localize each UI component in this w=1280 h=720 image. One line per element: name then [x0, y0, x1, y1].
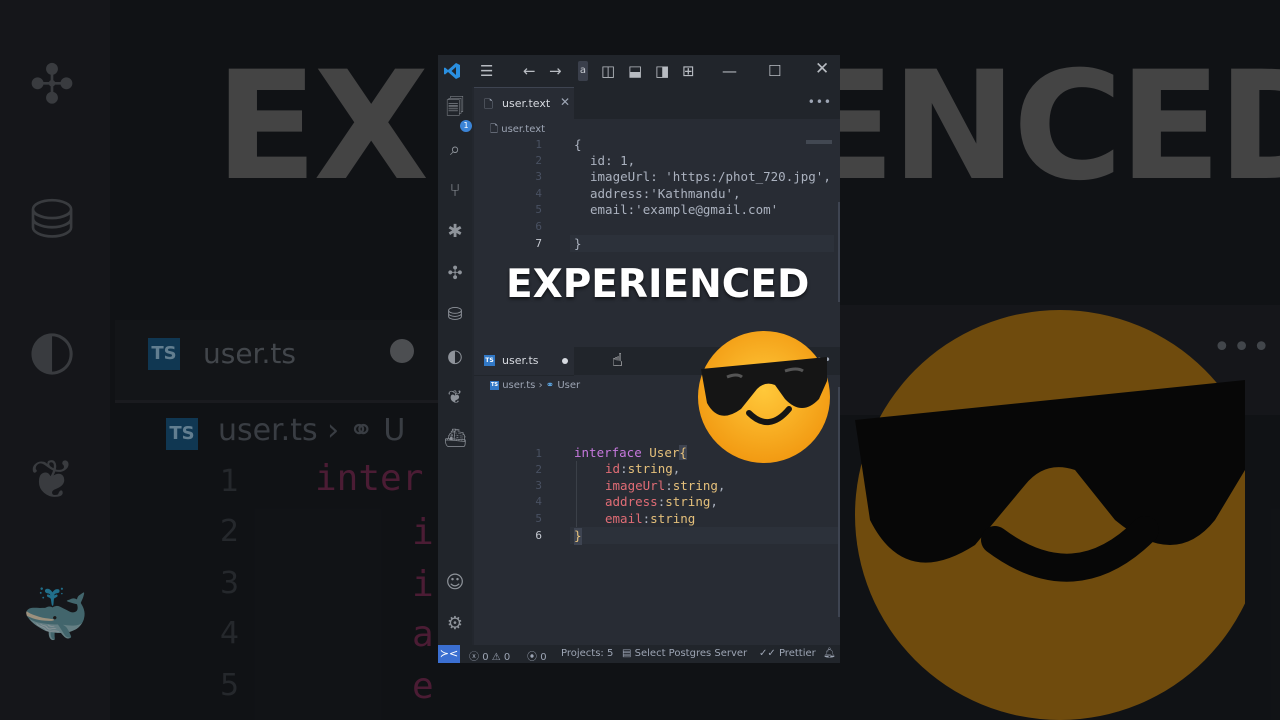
docker-icon[interactable]: ⛴	[444, 428, 467, 450]
vscode-logo-icon	[444, 63, 460, 79]
code-line[interactable]: email:'example@gmail.com'	[590, 202, 778, 219]
settings-gear-icon[interactable]: ⚙	[444, 613, 466, 635]
line-number: 1	[535, 138, 542, 151]
current-line-highlight	[570, 527, 838, 544]
typescript-file-icon: TS	[484, 355, 495, 366]
customize-layout-icon[interactable]: ⊞	[682, 62, 695, 80]
activity-bar: 🗐 1 ⌕ ⑂ ✱ ✣ ⛁ ◐ ❦ ⛴ ☺ ⚙	[438, 87, 472, 645]
caption-overlay: EXPERIENCED	[506, 262, 810, 307]
line-number: 4	[535, 495, 542, 508]
projects-status[interactable]: Projects: 5	[561, 648, 613, 659]
line-number: 2	[535, 463, 542, 476]
breadcrumb-file[interactable]: user.ts	[502, 380, 535, 391]
symbol-interface-icon: ⚭	[545, 380, 555, 391]
toggle-primary-sidebar-icon[interactable]: ◫	[601, 62, 615, 80]
unsaved-dot-icon[interactable]	[562, 358, 568, 364]
code-line[interactable]: imageUrl: 'https:/phot_720.jpg',	[590, 169, 831, 186]
debug-icon[interactable]: ✱	[444, 221, 466, 243]
error-icon: ⓧ	[469, 652, 479, 663]
scrollbar[interactable]	[838, 387, 840, 617]
sunglasses-emoji	[698, 331, 830, 463]
breadcrumb: 🗋 user.text	[490, 122, 545, 139]
tab-user-text[interactable]: 🗋 user.text ✕	[474, 87, 574, 120]
tab-label: user.text	[502, 97, 551, 110]
breadcrumb: TS user.ts › ⚭ User	[490, 380, 580, 391]
editor-group-top: 🗋 user.text ✕ ••• 🗋 user.text 1 2 3 4 5 …	[474, 87, 840, 347]
close-window-icon[interactable]: ✕	[815, 60, 829, 78]
notifications-bell-icon[interactable]: 🔔︎	[823, 648, 836, 659]
remote-indicator-icon[interactable]: ≻<	[438, 645, 460, 663]
explorer-icon[interactable]: 🗐 1	[444, 97, 472, 132]
tab-bar-top: 🗋 user.text ✕ •••	[474, 87, 840, 120]
gitlens-icon[interactable]: ◐	[444, 346, 466, 368]
ports-status[interactable]: ⦿ 0	[527, 648, 547, 663]
menu-icon[interactable]: ☰	[480, 62, 493, 80]
line-number: 1	[535, 447, 542, 460]
more-actions-icon[interactable]: •••	[808, 95, 832, 109]
hand-pointer-cursor-icon: ☝	[612, 350, 623, 371]
warning-icon: ⚠	[491, 652, 501, 663]
code-line[interactable]: address:'Kathmandu',	[590, 186, 741, 203]
line-number: 3	[535, 170, 542, 183]
tab-user-ts[interactable]: TS user.ts	[474, 347, 574, 376]
file-icon: 🗋	[490, 124, 499, 135]
minimap[interactable]	[806, 140, 832, 144]
line-number: 4	[535, 187, 542, 200]
line-number: 3	[535, 479, 542, 492]
current-line-highlight	[570, 235, 834, 252]
typescript-file-icon: TS	[490, 380, 499, 390]
status-bar: ≻< ⓧ 0 ⚠ 0 ⦿ 0 Projects: 5 ▤ Select Post…	[438, 645, 840, 663]
file-icon: 🗋	[484, 98, 493, 111]
line-number: 5	[535, 203, 542, 216]
code-line[interactable]: address:string,	[605, 494, 718, 511]
tab-label: user.ts	[502, 354, 539, 367]
accounts-icon[interactable]: ☺	[444, 572, 466, 594]
line-number: 6	[535, 220, 542, 233]
back-arrow-icon[interactable]: ←	[523, 62, 536, 80]
code-line[interactable]: imageUrl:string,	[605, 478, 725, 495]
database-icon[interactable]: ⛁	[444, 304, 466, 326]
database-icon: ▤	[622, 648, 632, 659]
toggle-panel-icon[interactable]: ⬓	[628, 62, 642, 80]
problems-status[interactable]: ⓧ 0 ⚠ 0	[469, 648, 510, 663]
source-control-icon[interactable]: ⑂	[444, 180, 466, 202]
prettier-status[interactable]: ✓✓ Prettier	[759, 648, 816, 659]
mongodb-icon[interactable]: ❦	[444, 387, 466, 409]
chevron-right-icon: ›	[538, 380, 543, 391]
forward-arrow-icon[interactable]: →	[549, 62, 562, 80]
scrollbar[interactable]	[838, 202, 840, 302]
code-line[interactable]: email:string	[605, 511, 695, 528]
line-number: 2	[535, 154, 542, 167]
command-center-search[interactable]: a	[578, 61, 588, 81]
indent-guide	[576, 461, 577, 527]
code-line[interactable]: interface User{	[574, 445, 687, 462]
breadcrumb-file[interactable]: user.text	[501, 124, 545, 135]
code-line[interactable]: }	[574, 236, 582, 253]
extensions-icon[interactable]: ✣	[444, 263, 466, 285]
check-icon: ✓✓	[759, 648, 776, 659]
code-line[interactable]: id: 1,	[590, 153, 635, 170]
minimize-icon[interactable]: —	[722, 62, 737, 80]
search-icon[interactable]: ⌕	[444, 139, 466, 161]
code-line[interactable]: id:string,	[605, 461, 680, 478]
breadcrumb-symbol[interactable]: User	[557, 380, 580, 391]
line-number: 5	[535, 512, 542, 525]
broadcast-icon: ⦿	[527, 652, 537, 663]
line-number-active: 6	[535, 529, 542, 542]
code-line[interactable]: }	[574, 528, 582, 545]
maximize-icon[interactable]: ☐	[768, 62, 781, 80]
toggle-secondary-sidebar-icon[interactable]: ◨	[655, 62, 669, 80]
line-number-active: 7	[535, 237, 542, 250]
title-bar: ☰ ← → a ◫ ⬓ ◨ ⊞ — ☐ ✕	[438, 55, 840, 87]
close-tab-icon[interactable]: ✕	[560, 95, 570, 109]
code-line[interactable]: {	[574, 137, 582, 154]
explorer-badge: 1	[460, 120, 472, 132]
postgres-status[interactable]: ▤ Select Postgres Server	[622, 648, 747, 659]
